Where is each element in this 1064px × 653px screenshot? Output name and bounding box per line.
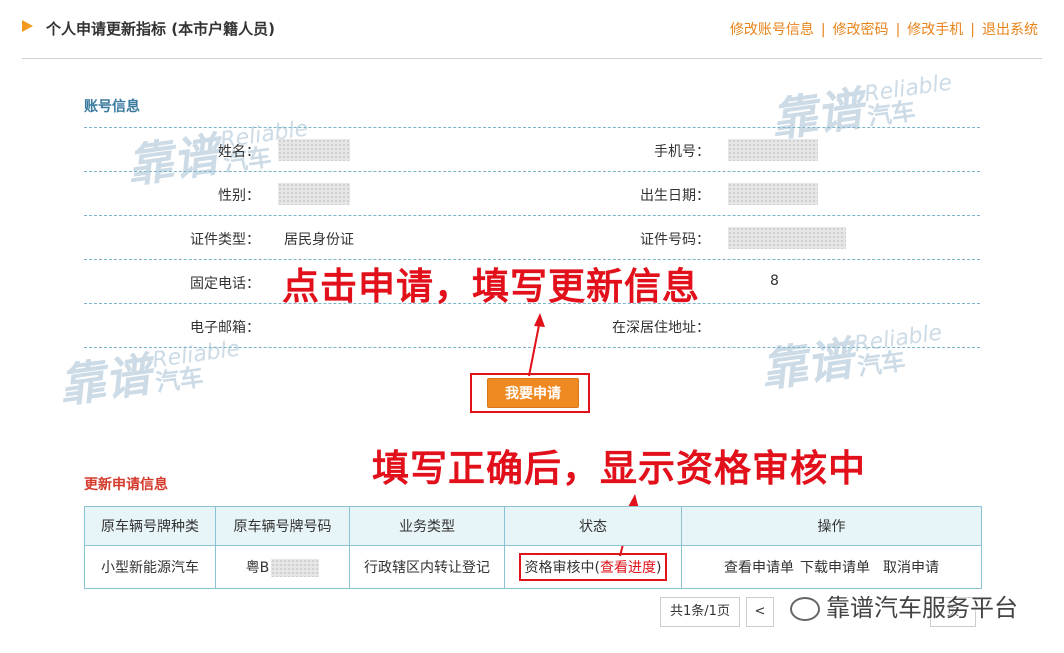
row-divider bbox=[84, 215, 980, 216]
phone-label: 手机号： bbox=[654, 144, 710, 160]
plate-number-redacted bbox=[271, 559, 320, 577]
cancel-application-link[interactable]: 取消申请 bbox=[883, 560, 939, 576]
top-links: 修改账号信息 | 修改密码 | 修改手机 | 退出系统 bbox=[730, 19, 1038, 39]
page-title: 个人申请更新指标 (本市户籍人员) bbox=[46, 20, 275, 38]
update-section-title: 更新申请信息 bbox=[84, 477, 168, 493]
logout-link[interactable]: 退出系统 bbox=[982, 22, 1038, 38]
id-type-label: 证件类型： bbox=[190, 232, 260, 248]
landline-label: 固定电话： bbox=[190, 276, 260, 292]
pagination-prev-button[interactable]: < bbox=[746, 597, 774, 627]
account-section-title: 账号信息 bbox=[84, 99, 140, 115]
annotation-review-status: 填写正确后，显示资格审核中 bbox=[372, 447, 866, 490]
birth-date-value-redacted bbox=[728, 183, 818, 205]
id-number-value-redacted bbox=[728, 227, 846, 249]
pagination-total: 共1条/1页 bbox=[660, 597, 740, 627]
header-divider bbox=[22, 58, 1042, 59]
annotation-click-apply: 点击申请，填写更新信息 bbox=[282, 265, 700, 308]
email-label: 电子邮箱： bbox=[190, 320, 260, 336]
channel-badge: 靠谱汽车服务平台 bbox=[790, 588, 1018, 623]
birth-date-label: 出生日期： bbox=[640, 188, 710, 204]
view-application-link[interactable]: 查看申请单 bbox=[724, 560, 794, 576]
row-divider bbox=[84, 127, 980, 128]
id-number-label: 证件号码： bbox=[640, 232, 710, 248]
row-divider bbox=[84, 171, 980, 172]
link-separator: | bbox=[895, 22, 901, 38]
apply-button[interactable]: 我要申请 bbox=[487, 378, 579, 408]
application-table: 原车辆号牌种类 原车辆号牌号码 业务类型 状态 操作 小型新能源汽车 粤B 行政… bbox=[84, 506, 982, 589]
link-separator: | bbox=[820, 22, 826, 38]
gender-label: 性别： bbox=[218, 188, 260, 204]
arrow-right-icon bbox=[22, 20, 33, 32]
status-close: ) bbox=[656, 560, 662, 576]
landline-value-partial: 8 bbox=[770, 273, 779, 289]
address-label: 在深居住地址： bbox=[612, 320, 710, 336]
table-header-row: 原车辆号牌种类 原车辆号牌号码 业务类型 状态 操作 bbox=[84, 506, 982, 546]
column-header: 原车辆号牌种类 bbox=[84, 506, 216, 546]
download-application-link[interactable]: 下载申请单 bbox=[800, 560, 870, 576]
column-header: 状态 bbox=[504, 506, 682, 546]
change-password-link[interactable]: 修改密码 bbox=[833, 22, 889, 38]
view-progress-link[interactable]: 查看进度 bbox=[600, 560, 656, 576]
phone-value-redacted bbox=[728, 139, 818, 161]
name-value-redacted bbox=[278, 139, 350, 161]
operations-cell: 查看申请单 下载申请单 取消申请 bbox=[681, 545, 982, 589]
wechat-icon bbox=[790, 597, 820, 621]
business-type-cell: 行政辖区内转让登记 bbox=[349, 545, 505, 589]
id-type-value: 居民身份证 bbox=[284, 232, 354, 248]
column-header: 原车辆号牌号码 bbox=[215, 506, 350, 546]
column-header: 业务类型 bbox=[349, 506, 505, 546]
watermark-logo: 靠谱Reliable 汽车 bbox=[757, 320, 944, 398]
column-header: 操作 bbox=[681, 506, 982, 546]
table-row: 小型新能源汽车 粤B 行政辖区内转让登记 资格审核中(查看进度) 查看申请单 下载… bbox=[84, 545, 982, 589]
link-separator: | bbox=[970, 22, 975, 38]
gender-value-redacted bbox=[278, 183, 350, 205]
plate-prefix: 粤B bbox=[245, 560, 270, 576]
channel-name: 靠谱汽车服务平台 bbox=[826, 594, 1018, 622]
watermark-logo: 靠谱Reliable 汽车 bbox=[55, 336, 242, 414]
status-text: 资格审核中( bbox=[524, 560, 600, 576]
edit-account-link[interactable]: 修改账号信息 bbox=[730, 22, 814, 38]
status-highlight-box: 资格审核中(查看进度) bbox=[518, 553, 668, 581]
watermark-logo: 靠谱Reliable 汽车 bbox=[767, 70, 954, 148]
plate-type-cell: 小型新能源汽车 bbox=[84, 545, 216, 589]
change-phone-link[interactable]: 修改手机 bbox=[907, 22, 963, 38]
annotation-arrow-icon bbox=[528, 313, 545, 377]
status-cell: 资格审核中(查看进度) bbox=[504, 545, 682, 589]
name-label: 姓名： bbox=[218, 144, 260, 160]
plate-number-cell: 粤B bbox=[215, 545, 350, 589]
